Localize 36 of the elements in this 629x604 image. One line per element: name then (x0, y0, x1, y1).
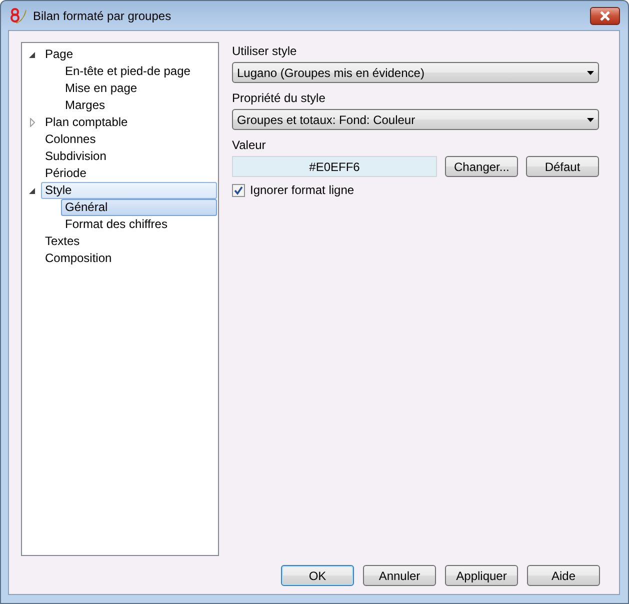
expanded-icon[interactable] (29, 52, 35, 58)
property-dropdown[interactable]: Groupes et totaux: Fond: Couleur (232, 109, 599, 130)
tree-item[interactable]: Page (41, 46, 217, 63)
caret-icon (587, 70, 594, 74)
tree-item[interactable]: Mise en page (61, 80, 217, 97)
dialog-button[interactable]: Appliquer (445, 565, 518, 586)
tree-item[interactable]: Format des chiffres (61, 216, 217, 233)
dialog-button[interactable]: Aide (527, 565, 600, 586)
close-icon (599, 10, 611, 20)
tree-item[interactable]: Général (61, 199, 217, 216)
tree-item[interactable]: Marges (61, 97, 217, 114)
field-label: Utiliser style (232, 44, 298, 58)
field-label: Propriété du style (232, 91, 326, 105)
tree-item[interactable]: Composition (41, 250, 217, 267)
color-value-field: #E0EFF6 (232, 156, 437, 177)
tree-item[interactable]: Plan comptable (41, 114, 217, 131)
tree-item[interactable]: Période (41, 165, 217, 182)
app-logo-icon (9, 6, 27, 24)
tree-item[interactable]: En-tête et pied-de page (61, 63, 217, 80)
checkbox[interactable] (232, 184, 245, 196)
tree-item[interactable]: Style (41, 182, 217, 199)
tree-item[interactable]: Subdivision (41, 148, 217, 165)
window-title: Bilan formaté par groupes (33, 8, 172, 22)
dialog-button[interactable]: Annuler (363, 565, 436, 586)
collapsed-icon[interactable] (30, 118, 34, 127)
style-dropdown[interactable]: Lugano (Groupes mis en évidence) (232, 62, 599, 83)
default-button[interactable]: Défaut (526, 156, 599, 177)
close-button[interactable] (590, 6, 620, 24)
tree-item[interactable]: Textes (41, 233, 217, 250)
tree-item[interactable]: Colonnes (41, 131, 217, 148)
field-label: Valeur (232, 138, 267, 152)
checkbox-label: Ignorer format ligne (250, 183, 354, 197)
caret-icon (587, 118, 594, 122)
expanded-icon[interactable] (29, 188, 35, 194)
change-button[interactable]: Changer... (445, 156, 518, 177)
dialog-button[interactable]: OK (281, 565, 354, 586)
